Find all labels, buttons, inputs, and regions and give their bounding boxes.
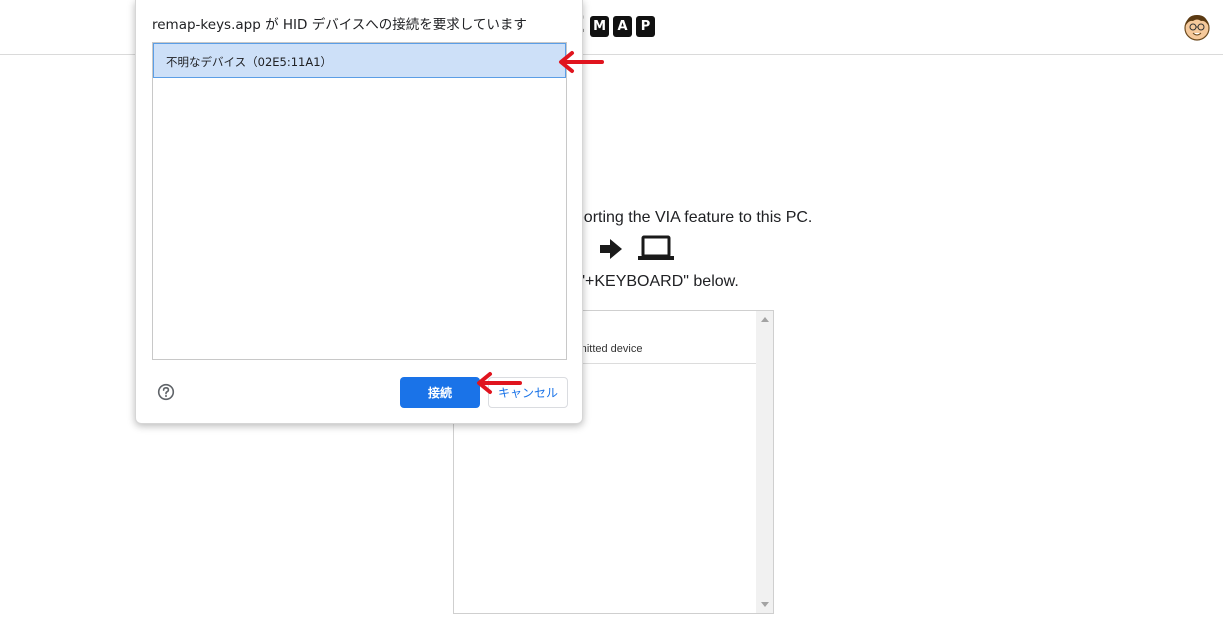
logo-tile-a: A: [613, 15, 633, 37]
hid-permission-dialog: remap-keys.app が HID デバイスへの接続を要求しています 不明…: [135, 0, 583, 424]
dialog-title: remap-keys.app が HID デバイスへの接続を要求しています: [152, 17, 527, 33]
device-list-scrollbar[interactable]: [756, 311, 773, 613]
connect-button[interactable]: 接続: [400, 377, 480, 408]
annotation-arrow-device-icon: [559, 51, 604, 73]
help-icon[interactable]: [157, 383, 175, 401]
device-list-item[interactable]: 不明なデバイス（02E5:11A1）: [153, 43, 566, 78]
arrow-right-icon: [600, 239, 622, 259]
annotation-arrow-connect-icon: [477, 372, 522, 394]
permitted-device-caption: rmitted device: [574, 343, 643, 355]
scroll-up-icon[interactable]: [756, 311, 773, 328]
user-avatar[interactable]: [1183, 12, 1211, 42]
scroll-down-icon[interactable]: [756, 596, 773, 613]
logo-tile-p: P: [636, 15, 656, 37]
laptop-icon: [638, 235, 674, 260]
device-label: 不明なデバイス（02E5:11A1）: [166, 55, 333, 69]
intro-text-add-keyboard: e "+KEYBOARD" below.: [566, 273, 739, 290]
hid-device-chooser-list[interactable]: 不明なデバイス（02E5:11A1）: [152, 42, 567, 360]
intro-text-connect: pporting the VIA feature to this PC.: [566, 209, 813, 226]
logo-tile-m: M: [590, 15, 610, 37]
